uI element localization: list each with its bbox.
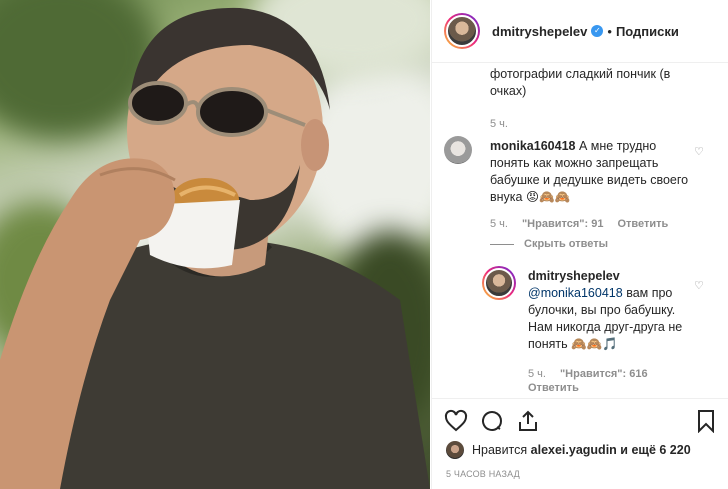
comment-icon[interactable] [480, 409, 504, 433]
separator-dot: • [607, 23, 612, 39]
comments-list[interactable]: фотографии сладкий пончик (в очках) 5 ч.… [432, 64, 728, 398]
liker-username[interactable]: alexei.yagudin [531, 443, 617, 457]
reply-reply-button[interactable]: Ответить [528, 380, 579, 397]
bookmark-icon[interactable] [694, 409, 718, 433]
likes-line: Нравится alexei.yagudin и ещё 6 220 [446, 441, 691, 459]
post-header: dmitryshepelev ✓ • Подписки [432, 0, 728, 63]
author-username[interactable]: dmitryshepelev [492, 24, 587, 39]
verified-badge-icon: ✓ [591, 25, 604, 37]
actions-bar: Нравится alexei.yagudin и ещё 6 220 5 ЧА… [432, 398, 728, 489]
reply-body: dmitryshepelev @monika160418 вам про бул… [528, 268, 700, 353]
reply-like-heart-icon[interactable]: ♡ [694, 278, 704, 295]
comment-body: monika160418 А мне трудно понять как мож… [490, 138, 690, 206]
comment-username[interactable]: monika160418 [490, 139, 575, 153]
author-avatar[interactable] [444, 13, 480, 49]
caption-time[interactable]: 5 ч. [490, 116, 508, 133]
reply-avatar[interactable] [482, 266, 516, 300]
comment-like-heart-icon[interactable]: ♡ [694, 144, 704, 161]
reply-mention[interactable]: @monika160418 [528, 286, 623, 300]
reply-username[interactable]: dmitryshepelev [528, 268, 700, 285]
following-button[interactable]: Подписки [616, 24, 679, 39]
post-timestamp: 5 ЧАСОВ НАЗАД [446, 469, 520, 479]
hide-replies-button[interactable]: Скрыть ответы [490, 236, 608, 253]
comment-reply-button[interactable]: Ответить [617, 216, 668, 233]
divider-line [490, 244, 514, 245]
comment-time[interactable]: 5 ч. [490, 216, 508, 233]
liker-avatar[interactable] [446, 441, 464, 459]
comment-likes[interactable]: "Нравится": 91 [522, 216, 603, 233]
post-photo [0, 0, 430, 489]
comment-meta: 5 ч. "Нравится": 91 Ответить [490, 216, 668, 233]
likes-prefix: Нравится [472, 443, 528, 457]
share-icon[interactable] [516, 409, 540, 433]
caption-text: фотографии сладкий пончик (в очках) [490, 67, 671, 98]
likes-count[interactable]: и ещё 6 220 [620, 443, 690, 457]
commenter-avatar[interactable] [444, 136, 472, 164]
hide-replies-label: Скрыть ответы [524, 238, 608, 250]
heart-icon[interactable] [444, 409, 468, 433]
post-panel: dmitryshepelev ✓ • Подписки фотографии с… [431, 0, 728, 489]
person-illustration [0, 7, 430, 489]
